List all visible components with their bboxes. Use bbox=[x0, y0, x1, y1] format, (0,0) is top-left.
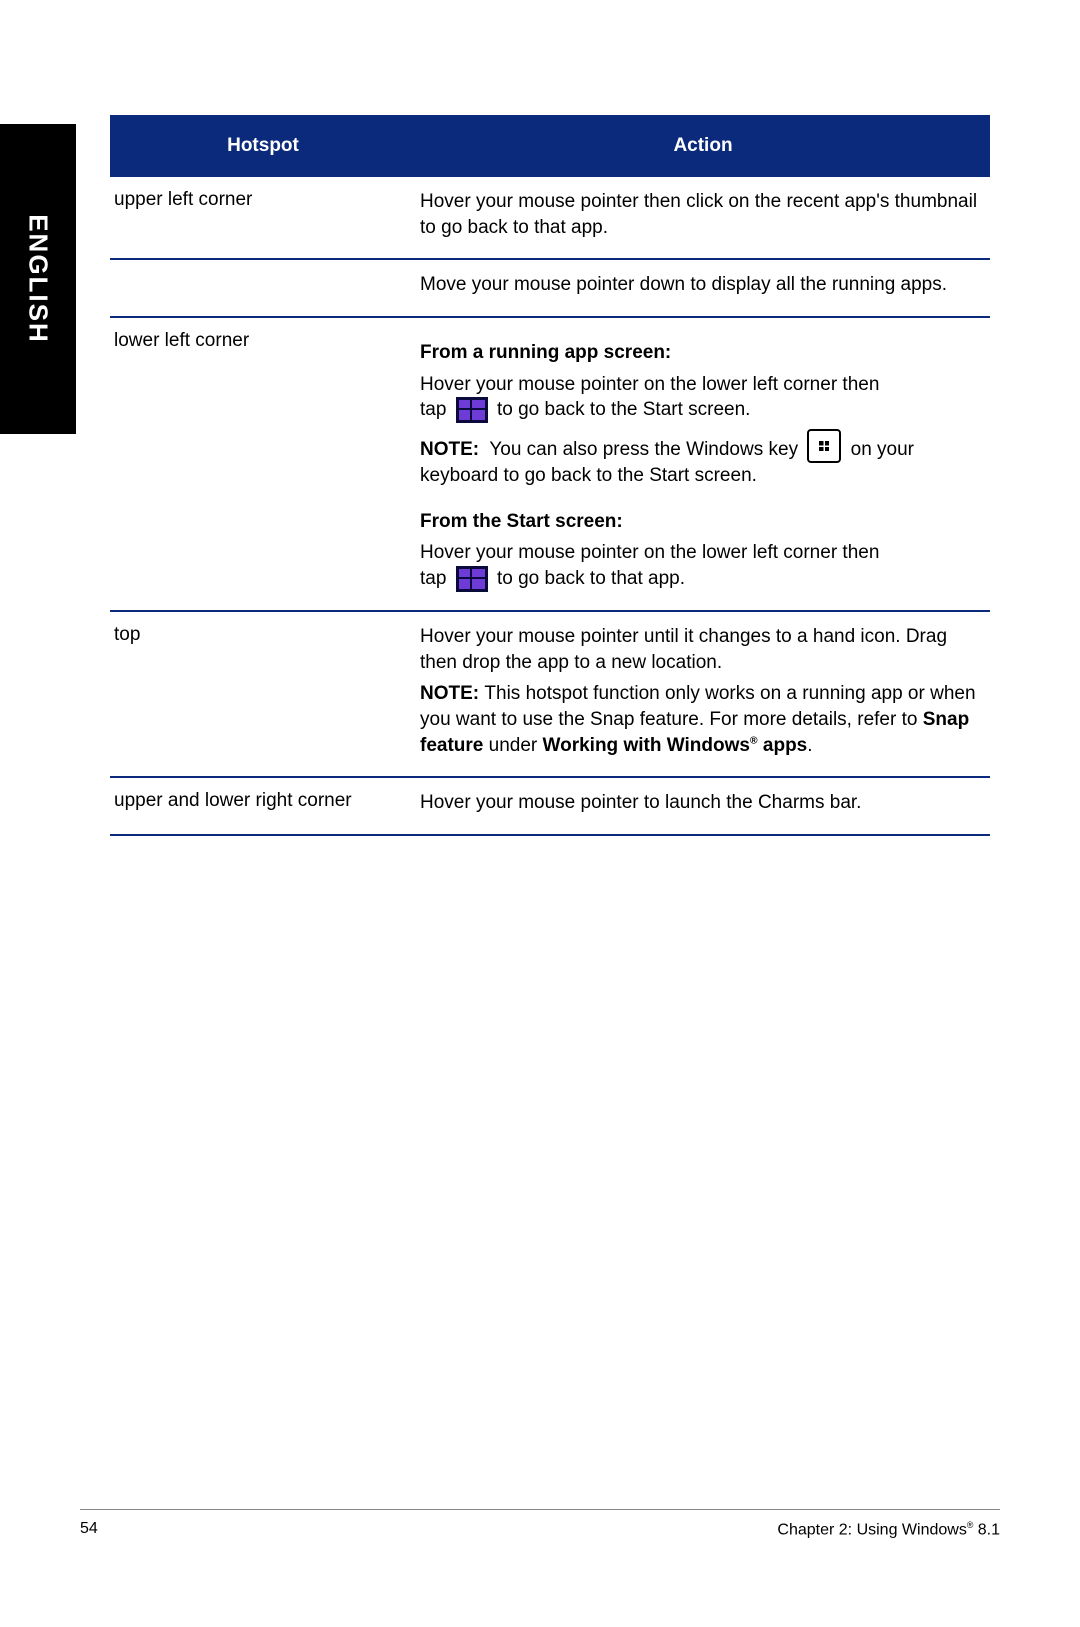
start-tile-icon bbox=[456, 566, 488, 592]
chapter-label: Chapter 2: Using Windows® 8.1 bbox=[777, 1520, 1000, 1539]
registered-mark: ® bbox=[750, 735, 758, 746]
header-hotspot: Hotspot bbox=[110, 115, 416, 177]
table-row: upper and lower right corner Hover your … bbox=[110, 777, 990, 835]
table-row: upper left corner Hover your mouse point… bbox=[110, 177, 990, 259]
action-text: Move your mouse pointer down to display … bbox=[420, 272, 986, 298]
language-label: ENGLISH bbox=[23, 214, 54, 344]
hotspot-table: Hotspot Action upper left corner Hover y… bbox=[110, 115, 990, 836]
action-text: Hover your mouse pointer on the lower le… bbox=[420, 540, 986, 592]
table-row: lower left corner From a running app scr… bbox=[110, 317, 990, 611]
hotspot-cell bbox=[110, 259, 416, 317]
hotspot-cell: top bbox=[110, 611, 416, 777]
hotspot-cell: lower left corner bbox=[110, 317, 416, 611]
page-content: Hotspot Action upper left corner Hover y… bbox=[110, 115, 990, 836]
action-cell: Hover your mouse pointer to launch the C… bbox=[416, 777, 990, 835]
action-cell: Move your mouse pointer down to display … bbox=[416, 259, 990, 317]
header-action: Action bbox=[416, 115, 990, 177]
sub-heading: From a running app screen: bbox=[420, 340, 986, 366]
action-cell: Hover your mouse pointer then click on t… bbox=[416, 177, 990, 259]
action-text: Hover your mouse pointer to launch the C… bbox=[420, 790, 986, 816]
note-text: NOTE: You can also press the Windows key… bbox=[420, 429, 986, 489]
action-text: Hover your mouse pointer until it change… bbox=[420, 624, 986, 675]
windows-key-icon bbox=[807, 429, 841, 463]
page-number: 54 bbox=[80, 1520, 98, 1538]
hotspot-cell: upper left corner bbox=[110, 177, 416, 259]
action-text: Hover your mouse pointer then click on t… bbox=[420, 189, 986, 240]
action-text: Hover your mouse pointer on the lower le… bbox=[420, 372, 986, 424]
hotspot-cell: upper and lower right corner bbox=[110, 777, 416, 835]
action-cell: From a running app screen: Hover your mo… bbox=[416, 317, 990, 611]
note-text: NOTE: This hotspot function only works o… bbox=[420, 681, 986, 758]
start-tile-icon bbox=[456, 397, 488, 423]
table-header-row: Hotspot Action bbox=[110, 115, 990, 177]
page-footer: 54 Chapter 2: Using Windows® 8.1 bbox=[80, 1509, 1000, 1539]
action-cell: Hover your mouse pointer until it change… bbox=[416, 611, 990, 777]
table-row: top Hover your mouse pointer until it ch… bbox=[110, 611, 990, 777]
language-tab: ENGLISH bbox=[0, 124, 76, 434]
table-row: Move your mouse pointer down to display … bbox=[110, 259, 990, 317]
sub-heading: From the Start screen: bbox=[420, 509, 986, 535]
